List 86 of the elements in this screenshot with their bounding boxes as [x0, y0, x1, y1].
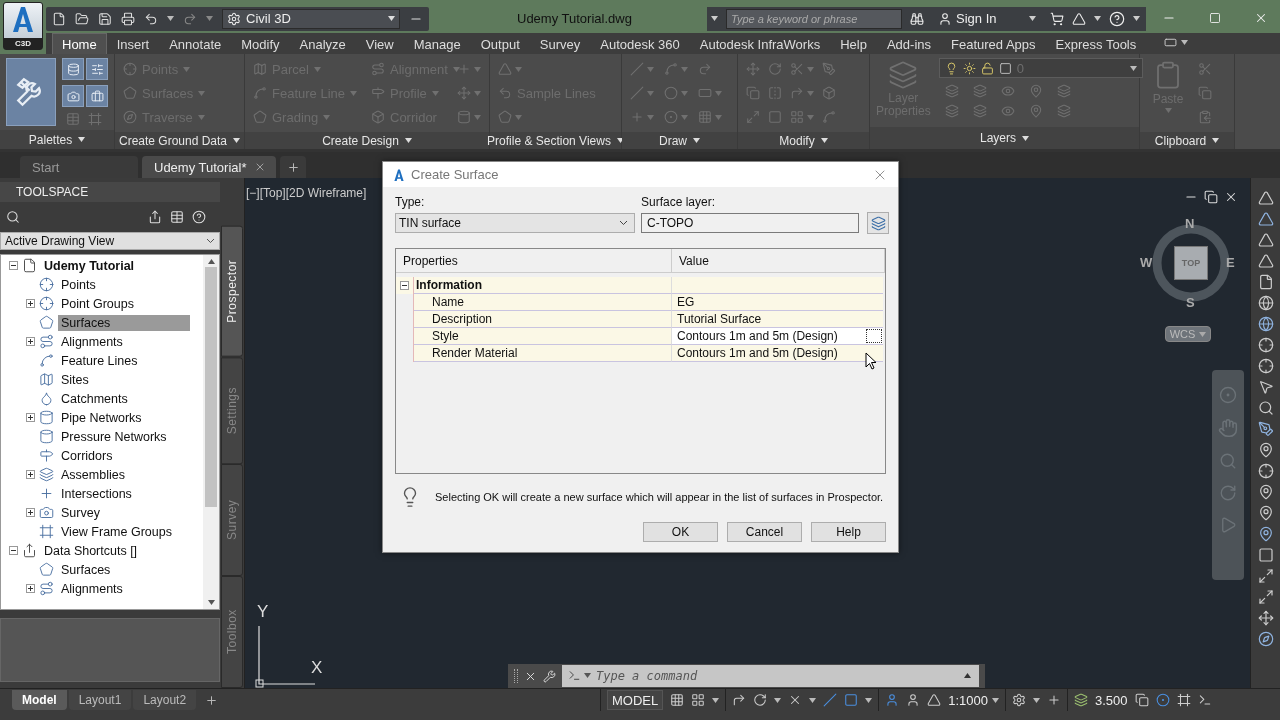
tree-item[interactable]: Data Shortcuts []	[41, 542, 141, 559]
tree-item[interactable]: Pressure Networks	[58, 428, 170, 445]
compass-label: W	[1140, 255, 1153, 270]
tree-item[interactable]: Assemblies	[58, 466, 128, 483]
tree-item[interactable]: Intersections	[58, 485, 135, 502]
tree-item[interactable]: Alignments	[58, 333, 126, 350]
ribbon-tab[interactable]: Modify	[231, 33, 290, 54]
ribbon-tab[interactable]: Survey	[529, 33, 591, 54]
property-value[interactable]: EG	[672, 294, 883, 311]
ribbon-tab[interactable]: Autodesk 360	[590, 33, 690, 54]
field-label: Type:	[395, 195, 426, 209]
dialog-button[interactable]: OK	[643, 522, 718, 542]
view-dropdown[interactable]: Active Drawing View	[0, 232, 220, 250]
dialog-button[interactable]: Help	[811, 522, 886, 542]
info-message: Selecting OK will create a new surface which will appear in the list of surfaces in Prospector.	[435, 491, 884, 503]
property-name: Style	[414, 328, 672, 345]
field-label: Surface layer:	[641, 195, 717, 209]
search-field[interactable]: Type a keyword or phrase	[726, 8, 902, 29]
property-value[interactable]: Contours 1m and 5m (Design)	[672, 345, 883, 362]
panel-title[interactable]: Profile & Section Views	[490, 132, 621, 149]
property-name: Description	[414, 311, 672, 328]
property-value[interactable]: Tutorial Surface	[672, 311, 883, 328]
axis-label: Y	[257, 602, 269, 622]
surface-layer-field[interactable]: C-TOPO	[641, 213, 859, 233]
ribbon-tab[interactable]: Output	[470, 33, 530, 54]
panel-title[interactable]: Clipboard	[1140, 132, 1234, 149]
panel-title[interactable]: Modify	[738, 132, 869, 149]
ribbon-tab[interactable]: Annotate	[159, 33, 232, 54]
property-value[interactable]: Contours 1m and 5m (Design)	[672, 328, 883, 345]
compass-label: E	[1226, 255, 1235, 270]
tree-item[interactable]: Corridors	[58, 447, 116, 464]
layout-tab[interactable]: Layout1	[68, 690, 132, 710]
document-tab[interactable]: Start	[20, 156, 138, 178]
ribbon-tab[interactable]: Featured Apps	[941, 33, 1046, 54]
ribbon-tab[interactable]: Manage	[403, 33, 471, 54]
axis-label: X	[311, 658, 323, 678]
document-tab[interactable]: Udemy Tutorial*	[142, 156, 277, 178]
tree-item[interactable]: Point Groups	[58, 295, 137, 312]
model-space-button[interactable]: MODEL	[607, 690, 664, 710]
ribbon-tab[interactable]: Autodesk InfraWorks	[689, 33, 831, 54]
ribbon-tab[interactable]: Help	[830, 33, 877, 54]
workspace-dropdown[interactable]: Civil 3D	[222, 8, 400, 29]
tree-item[interactable]: Surfaces	[58, 314, 190, 331]
tree-item[interactable]: Alignments	[58, 580, 126, 597]
tree-item[interactable]: Points	[58, 276, 99, 293]
panel-title[interactable]: Create Ground Data	[115, 132, 244, 149]
tree-item[interactable]: Surfaces	[58, 561, 114, 578]
panel-title[interactable]: Layers	[870, 127, 1139, 149]
compass-label: S	[1186, 295, 1195, 310]
application-menu-button[interactable]: C3D	[3, 2, 43, 50]
column-header: Properties	[396, 249, 672, 272]
ribbon-tab[interactable]: Analyze	[289, 33, 356, 54]
ribbon-tab[interactable]: View	[355, 33, 404, 54]
window-title: Udemy Tutorial.dwg	[517, 11, 633, 26]
ribbon-tab[interactable]: Add-ins	[876, 33, 941, 54]
scale-dropdown[interactable]: 1:1000	[948, 692, 999, 708]
tree-item[interactable]: Pipe Networks	[58, 409, 145, 426]
property-name: Name	[414, 294, 672, 311]
panel-title: TOOLSPACE	[0, 182, 220, 202]
type-select[interactable]: TIN surface	[395, 213, 635, 233]
tree-item[interactable]: View Frame Groups	[58, 523, 175, 540]
ribbon-tab[interactable]: Home	[52, 33, 107, 54]
column-header: Value	[672, 249, 885, 272]
panel-title[interactable]: Create Design	[245, 132, 489, 149]
tree-item[interactable]: Feature Lines	[58, 352, 141, 369]
panel-title[interactable]: Palettes	[0, 130, 114, 149]
app-badge: C3D	[4, 38, 42, 49]
tree-item[interactable]: Udemy Tutorial	[41, 257, 138, 274]
panel-title[interactable]: Draw	[622, 132, 737, 149]
tree-item[interactable]: Sites	[58, 371, 92, 388]
compass-label: N	[1185, 216, 1195, 231]
viewport-label[interactable]: [−][Top][2D Wireframe]	[246, 186, 367, 200]
command-input[interactable]: Type a command	[562, 665, 979, 687]
layout-tab[interactable]: Model	[12, 690, 67, 710]
side-tab[interactable]: Prospector	[221, 226, 243, 357]
layout-tab[interactable]: Layout2	[133, 690, 197, 710]
tree-item[interactable]: Survey	[58, 504, 103, 521]
tree-item[interactable]: Catchments	[58, 390, 131, 407]
group-label: Information	[414, 277, 672, 294]
dialog-button[interactable]: Cancel	[727, 522, 802, 542]
dialog-title: Create Surface	[411, 167, 500, 182]
property-name: Render Material	[414, 345, 672, 362]
ribbon-tab[interactable]: Express Tools	[1045, 33, 1147, 54]
ribbon-tab[interactable]: Insert	[106, 33, 160, 54]
lineweight-value[interactable]: 3.500	[1095, 692, 1128, 708]
sign-in-button[interactable]: Sign In	[932, 10, 1042, 27]
